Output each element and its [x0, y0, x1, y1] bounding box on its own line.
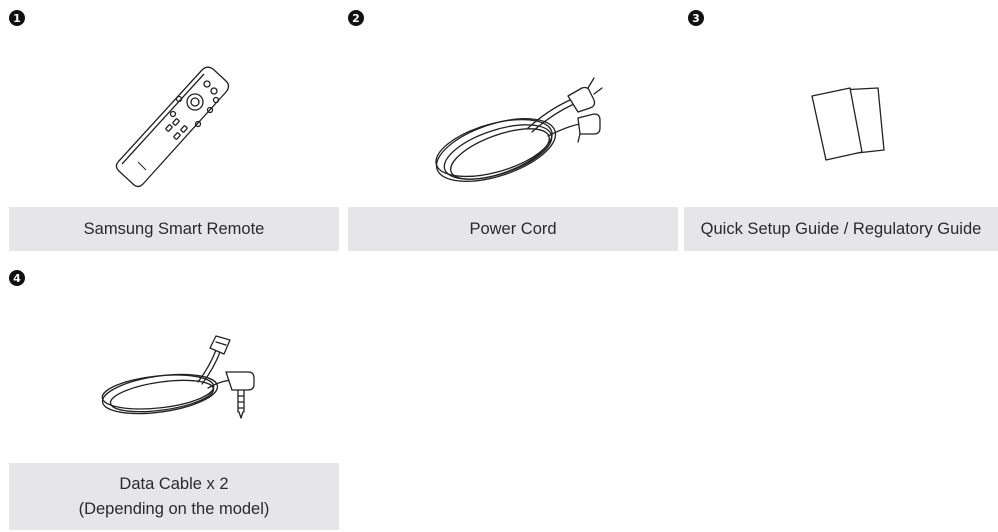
- manuals-icon: [808, 82, 888, 171]
- number-badge-4: 4: [9, 270, 25, 286]
- power-cord-icon: [428, 66, 608, 196]
- component-caption: Power Cord: [348, 207, 678, 251]
- component-caption: Samsung Smart Remote: [9, 207, 339, 251]
- data-cable-icon: [98, 335, 258, 426]
- component-caption: Data Cable x 2 (Depending on the model): [9, 463, 339, 530]
- number-badge-1: 1: [9, 10, 25, 26]
- number-badge-2: 2: [348, 10, 364, 26]
- remote-control-icon: [110, 62, 240, 192]
- number-badge-3: 3: [688, 10, 704, 26]
- component-caption: Quick Setup Guide / Regulatory Guide: [684, 207, 998, 251]
